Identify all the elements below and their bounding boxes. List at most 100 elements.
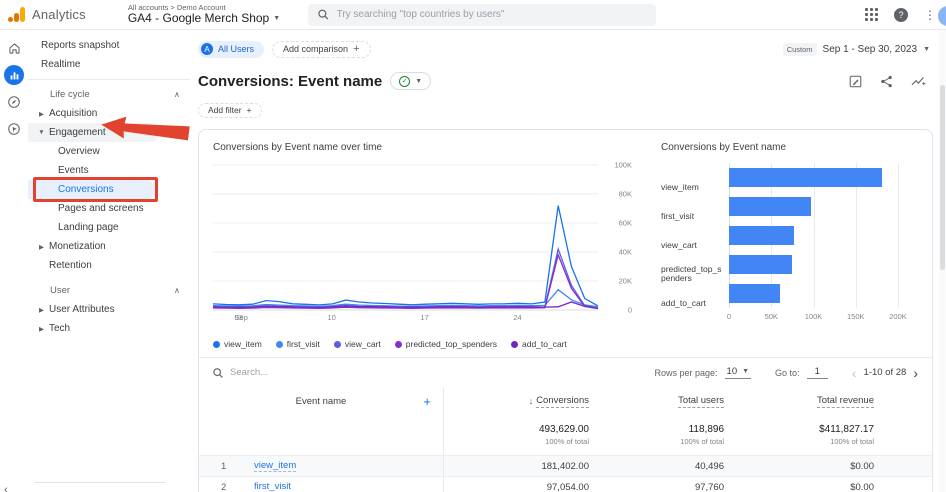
report-card: Conversions by Event name over time 0 20K… <box>198 129 933 492</box>
bar-chart-x-axis: 0 50K 100K 150K 200K <box>727 312 907 326</box>
home-icon[interactable] <box>4 38 24 58</box>
bar-x-tick-label: 150K <box>846 312 865 321</box>
chevron-expanded-icon: ▼ <box>38 129 45 136</box>
help-icon[interactable]: ? <box>894 7 908 22</box>
line-series-view-cart <box>212 246 599 309</box>
avatar[interactable] <box>938 6 946 26</box>
nav-section-label: Life cycle <box>50 89 90 100</box>
nav-section-user[interactable]: User ∧ <box>28 281 190 300</box>
scrollbar-thumb[interactable] <box>940 85 945 270</box>
sidebar-item-reports-snapshot[interactable]: Reports snapshot <box>28 36 190 55</box>
check-icon: ✓ <box>399 75 411 87</box>
sidebar-item-realtime[interactable]: Realtime <box>28 55 190 74</box>
sidebar-item-monetization[interactable]: ▶ Monetization <box>28 237 190 256</box>
sidebar-item-events[interactable]: Events <box>28 161 190 180</box>
bar-row-predicted-top-spenders <box>729 250 898 279</box>
sidebar-item-label: Events <box>58 165 89 176</box>
legend-dot-icon <box>213 340 220 348</box>
search-icon <box>213 367 223 378</box>
customize-report-icon[interactable] <box>849 75 862 88</box>
event-link-first-visit[interactable]: first_visit <box>254 481 291 492</box>
bar-add-to-cart[interactable] <box>729 284 780 303</box>
bar-view-cart[interactable] <box>729 226 794 245</box>
add-filter-button[interactable]: Add filter + <box>198 102 262 118</box>
bar-gridline <box>898 163 899 308</box>
global-search[interactable] <box>308 3 657 26</box>
advertising-icon[interactable] <box>4 119 24 139</box>
all-users-segment-chip[interactable]: A All Users <box>198 40 265 58</box>
bar-chart-plot: view_item first_visit view_cart predicted_t… <box>661 163 899 308</box>
conversions-value: 97,054.00 <box>546 481 589 492</box>
account-property-switcher[interactable]: All accounts > Demo Account GA4 - Google… <box>128 3 280 25</box>
legend-dot-icon <box>394 340 402 348</box>
sidebar-item-overview[interactable]: Overview <box>28 142 190 161</box>
explore-icon[interactable] <box>4 92 24 112</box>
sidebar-item-conversions[interactable]: Conversions <box>28 180 156 199</box>
sidebar-item-user-attributes[interactable]: ▶ User Attributes <box>28 300 190 319</box>
event-name-cell: view_item <box>254 456 444 476</box>
previous-page-icon[interactable]: ‹ <box>852 365 857 381</box>
bar-category-label: add_to_cart <box>661 297 706 308</box>
chevron-up-icon: ∧ <box>174 286 180 295</box>
sidebar-item-label: Realtime <box>41 59 81 70</box>
sidebar-item-retention[interactable]: Retention <box>28 256 190 275</box>
global-search-input[interactable] <box>336 9 647 20</box>
add-comparison-button[interactable]: Add comparison + <box>272 40 371 58</box>
sidebar-item-label: Pages and screens <box>58 203 144 214</box>
nav-divider <box>28 79 190 80</box>
rows-per-page-select[interactable]: 10 ▼ <box>724 366 752 379</box>
analytics-logo-icon[interactable] <box>8 7 25 22</box>
more-options-icon[interactable]: ⋮ <box>924 9 936 21</box>
plus-icon: + <box>353 43 360 55</box>
sidebar-item-engagement[interactable]: ▼ Engagement <box>28 123 160 142</box>
nav-section-life-cycle[interactable]: Life cycle ∧ <box>28 85 190 104</box>
sidebar-item-acquisition[interactable]: ▶ Acquisition <box>28 104 190 123</box>
date-custom-badge: Custom <box>782 42 817 56</box>
conversion-check-dropdown[interactable]: ✓ ▼ <box>390 72 432 90</box>
insights-icon[interactable] <box>911 75 926 88</box>
add-dimension-icon[interactable]: + <box>423 394 431 409</box>
bar-category-label: first_visit <box>661 210 695 221</box>
date-range-picker[interactable]: Custom Sep 1 - Sep 30, 2023 ▼ <box>782 42 930 56</box>
legend-dot-icon <box>510 340 518 348</box>
apps-grid-icon[interactable] <box>865 8 878 21</box>
line-series-view-item <box>212 205 599 307</box>
column-header-event-name[interactable]: Event name + <box>199 387 444 415</box>
collapse-nav-icon[interactable]: ‹ <box>4 484 8 492</box>
search-icon <box>318 9 329 20</box>
sidebar-item-label: Tech <box>49 323 71 334</box>
next-page-icon[interactable]: › <box>913 365 918 381</box>
column-header-conversions[interactable]: ↓ Conversions <box>444 387 589 415</box>
sidebar-item-label: Overview <box>58 146 100 157</box>
vertical-scrollbar[interactable] <box>939 30 946 492</box>
totals-revenue: $411,827.17 100% of total <box>819 424 874 446</box>
sidebar-item-label: Retention <box>49 260 92 271</box>
line-chart-x-axis: 03 Sep 10 17 24 <box>234 313 522 322</box>
table-search[interactable] <box>213 367 654 378</box>
share-icon[interactable] <box>880 75 893 88</box>
legend-label: view_item <box>224 339 262 349</box>
event-link-view-item[interactable]: view_item <box>254 460 297 472</box>
bar-predicted-top-spenders[interactable] <box>729 255 793 274</box>
line-chart-section: Conversions by Event name over time 0 20K… <box>212 142 637 349</box>
sidebar-item-pages-and-screens[interactable]: Pages and screens <box>28 199 190 218</box>
bar-row-add-to-cart <box>729 279 898 308</box>
legend-item-predicted-top-spenders: predicted_top_spenders <box>394 339 497 349</box>
sidebar-item-landing-page[interactable]: Landing page <box>28 218 190 237</box>
column-header-total-users[interactable]: Total users <box>589 387 724 415</box>
goto-page-input[interactable]: 1 <box>806 366 828 379</box>
sidebar-item-tech[interactable]: ▶ Tech <box>28 319 190 338</box>
sidebar-item-label: Acquisition <box>49 108 98 119</box>
revenue-value: $0.00 <box>850 481 874 492</box>
column-header-total-revenue[interactable]: Total revenue <box>724 387 874 415</box>
bar-chart-section: Conversions by Event name view_item first… <box>637 142 918 349</box>
bar-view-item[interactable] <box>729 168 883 187</box>
legend-item-add-to-cart: add_to_cart <box>510 339 567 349</box>
table-search-input[interactable] <box>230 367 410 378</box>
top-app-bar: Analytics All accounts > Demo Account GA… <box>0 0 946 30</box>
reports-icon[interactable] <box>4 65 24 85</box>
bar-first-visit[interactable] <box>729 197 811 216</box>
segment-a-icon: A <box>201 43 213 55</box>
segment-label: All Users <box>218 44 255 54</box>
add-comparison-label: Add comparison <box>283 44 349 54</box>
